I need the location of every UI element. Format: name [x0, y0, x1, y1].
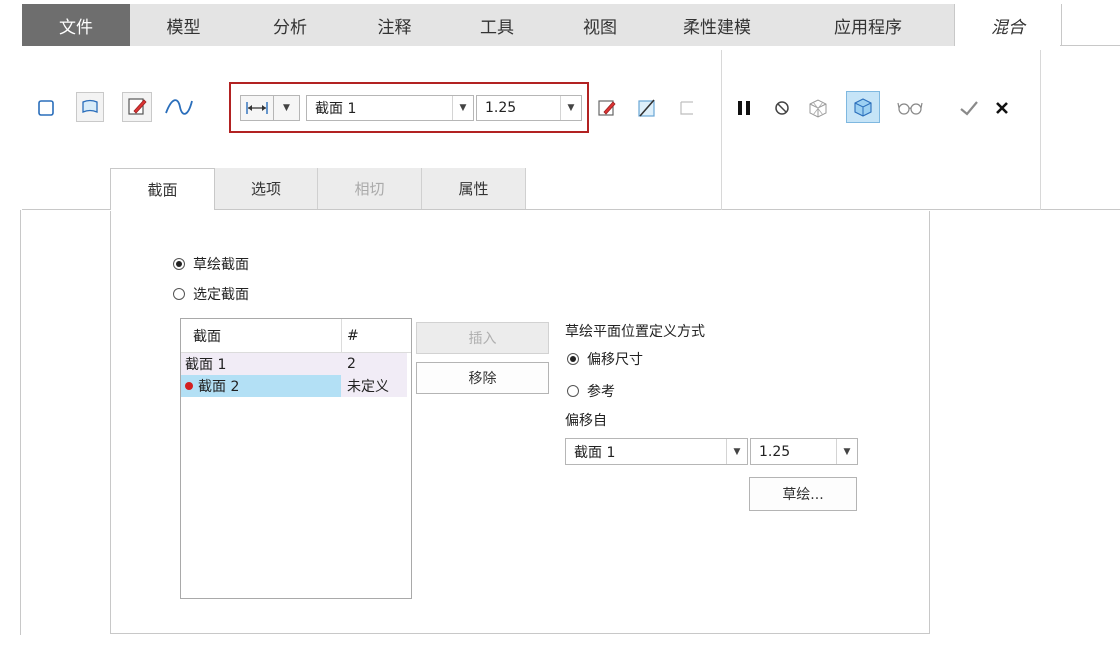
row-section-name: 截面 1: [181, 353, 341, 375]
radio-label: 参考: [587, 384, 615, 400]
radio-reference[interactable]: 参考: [567, 381, 615, 401]
window-left-border: [20, 210, 21, 635]
offset-dimension-icon[interactable]: [240, 95, 274, 121]
radio-unselected-icon: [567, 385, 579, 397]
sketch-icon[interactable]: [122, 92, 152, 122]
offset-type-dropdown[interactable]: ▼: [274, 95, 300, 121]
offset-from-label: 偏移自: [565, 413, 607, 429]
tab-model[interactable]: 模型: [130, 4, 237, 46]
no-preview-icon[interactable]: [770, 95, 794, 121]
radio-sketched-sections[interactable]: 草绘截面: [173, 254, 249, 274]
section-combo[interactable]: 截面 1 ▼: [306, 95, 474, 121]
tab-view[interactable]: 视图: [548, 4, 652, 46]
glasses-icon[interactable]: [894, 95, 926, 121]
verify-icon[interactable]: [846, 91, 880, 123]
radio-label: 草绘截面: [193, 257, 249, 273]
chevron-down-icon[interactable]: ▼: [452, 96, 473, 120]
table-row-selected[interactable]: 截面 2 未定义: [181, 375, 411, 397]
sketch-button[interactable]: 草绘...: [749, 477, 857, 511]
file-menu-tab[interactable]: 文件: [22, 4, 130, 46]
column-separator: [341, 319, 342, 352]
chevron-down-icon[interactable]: ▼: [560, 96, 581, 120]
preview-icon[interactable]: [804, 95, 832, 121]
radio-selected-icon: [567, 353, 579, 365]
column-header-section[interactable]: 截面: [193, 319, 221, 352]
radio-offset-dimension[interactable]: 偏移尺寸: [567, 349, 643, 369]
column-header-number[interactable]: #: [347, 319, 359, 352]
radio-label: 偏移尺寸: [587, 352, 643, 368]
solid-blend-icon[interactable]: [34, 96, 58, 120]
row-section-cell: 截面 2: [181, 375, 341, 397]
offset-from-value: 截面 1: [574, 444, 616, 461]
chevron-down-icon[interactable]: ▼: [836, 439, 857, 464]
table-header: 截面 #: [181, 319, 411, 353]
ok-icon[interactable]: [956, 95, 982, 121]
row-section-number: 2: [341, 353, 407, 375]
tab-flexible-modeling[interactable]: 柔性建模: [652, 4, 782, 46]
undefined-marker-icon: [185, 382, 193, 390]
pause-icon[interactable]: [732, 95, 756, 121]
subtab-options[interactable]: 选项: [215, 168, 318, 209]
tab-applications[interactable]: 应用程序: [782, 4, 954, 46]
section-combo-value: 截面 1: [315, 101, 357, 117]
offset-value-combo[interactable]: 1.25 ▼: [750, 438, 858, 465]
ribbon-separator: [721, 50, 722, 210]
subtab-sections[interactable]: 截面: [110, 168, 215, 210]
subtab-properties[interactable]: 属性: [422, 168, 526, 209]
smooth-curve-icon[interactable]: [162, 94, 196, 120]
chevron-down-icon[interactable]: ▼: [726, 439, 747, 464]
tab-blend[interactable]: 混合: [954, 4, 1062, 47]
radio-label: 选定截面: [193, 287, 249, 303]
cancel-icon[interactable]: [990, 95, 1014, 121]
tab-analysis[interactable]: 分析: [237, 4, 343, 46]
ribbon-separator: [1040, 50, 1041, 210]
remove-button[interactable]: 移除: [416, 362, 549, 394]
tab-tools[interactable]: 工具: [446, 4, 548, 46]
surface-blend-icon[interactable]: [76, 92, 104, 122]
radio-selected-icon: [173, 258, 185, 270]
offset-value: 1.25: [759, 443, 791, 460]
insert-button[interactable]: 插入: [416, 322, 549, 354]
offset-combo[interactable]: 1.25 ▼: [476, 95, 582, 121]
tab-annotate[interactable]: 注释: [343, 4, 446, 46]
placement-definition-title: 草绘平面位置定义方式: [565, 324, 705, 340]
sections-table: 截面 # 截面 1 2 截面 2 未定义: [180, 318, 412, 599]
radio-unselected-icon: [173, 288, 185, 300]
subtab-tangency[interactable]: 相切: [318, 168, 422, 209]
chevron-down-icon: ▼: [283, 103, 290, 113]
radio-selected-sections[interactable]: 选定截面: [173, 284, 249, 304]
row-section-number: 未定义: [341, 375, 407, 397]
thicken-icon[interactable]: [674, 95, 700, 121]
edit-sketch-icon[interactable]: [594, 95, 620, 121]
remove-material-icon[interactable]: [634, 95, 660, 121]
offset-from-combo[interactable]: 截面 1 ▼: [565, 438, 748, 465]
menu-bar: 文件 模型 分析 注释 工具 视图 柔性建模 应用程序 混合: [0, 0, 1120, 47]
table-row[interactable]: 截面 1 2: [181, 353, 411, 375]
offset-combo-value: 1.25: [485, 100, 517, 116]
row-section-name: 截面 2: [198, 379, 240, 395]
